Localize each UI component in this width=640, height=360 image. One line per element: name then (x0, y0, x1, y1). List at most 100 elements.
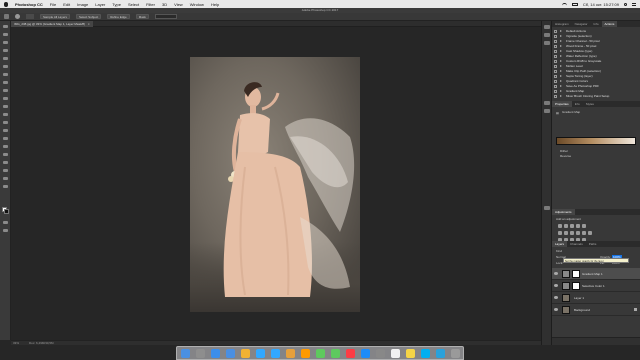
refine-edge-button[interactable]: Refine Edge (107, 14, 130, 19)
brightness-adjustment-icon[interactable] (558, 224, 562, 228)
dock-telegram-icon[interactable] (436, 349, 445, 358)
color-balance-adjustment-icon[interactable] (564, 231, 568, 235)
menu-window[interactable]: Window (190, 2, 204, 7)
document-canvas-image[interactable] (190, 57, 360, 312)
type-tool-icon[interactable] (3, 145, 8, 148)
brush-panel-icon[interactable] (544, 33, 550, 37)
paragraph-panel-icon[interactable] (544, 109, 550, 113)
action-toggle-checkbox[interactable] (554, 95, 557, 98)
blur-tool-icon[interactable] (3, 121, 8, 124)
dock-messages-icon[interactable] (316, 349, 325, 358)
dodge-tool-icon[interactable] (3, 129, 8, 132)
channel-mixer-adjustment-icon[interactable] (582, 231, 586, 235)
dock-system-preferences-icon[interactable] (376, 349, 385, 358)
options-field[interactable] (154, 14, 177, 19)
dock-calendar-icon[interactable] (391, 349, 400, 358)
dock-app-store-icon[interactable] (361, 349, 370, 358)
layer-row-layer-1[interactable]: Layer 1 (552, 292, 640, 304)
layer-row-background[interactable]: Background (552, 304, 640, 316)
layer-filter-kind[interactable]: Kind (556, 249, 562, 253)
dock-trash-icon[interactable] (451, 349, 460, 358)
expand-triangle-icon[interactable] (560, 75, 562, 77)
expand-triangle-icon[interactable] (560, 80, 562, 82)
dock-mail-icon[interactable] (226, 349, 235, 358)
dock-photos-icon[interactable] (241, 349, 250, 358)
expand-triangle-icon[interactable] (560, 90, 562, 92)
menu-type[interactable]: Type (112, 2, 121, 7)
menu-3d[interactable]: 3D (162, 2, 167, 7)
visibility-eye-icon[interactable] (554, 308, 558, 311)
expand-triangle-icon[interactable] (560, 95, 562, 97)
action-toggle-checkbox[interactable] (554, 85, 557, 88)
tab-styles[interactable]: Styles (583, 101, 597, 107)
menu-file[interactable]: File (50, 2, 56, 7)
dock-safari-icon[interactable] (211, 349, 220, 358)
layer-name[interactable]: Layer 1 (574, 296, 584, 300)
hue-saturation-adjustment-icon[interactable] (558, 231, 562, 235)
action-row[interactable]: Mixer Brush Cloning Paint Setup (552, 94, 640, 99)
brush-size-picker[interactable] (26, 14, 34, 19)
action-toggle-checkbox[interactable] (554, 80, 557, 83)
curves-adjustment-icon[interactable] (570, 224, 574, 228)
crop-tool-icon[interactable] (3, 57, 8, 60)
action-toggle-checkbox[interactable] (554, 75, 557, 78)
action-toggle-checkbox[interactable] (554, 30, 557, 33)
menu-layer[interactable]: Layer (95, 2, 105, 7)
tab-layers[interactable]: Layers (552, 241, 568, 247)
visibility-eye-icon[interactable] (554, 272, 558, 275)
layer-mask-thumbnail[interactable] (572, 282, 580, 290)
clone-source-panel-icon[interactable] (544, 41, 550, 45)
menu-edit[interactable]: Edit (63, 2, 70, 7)
expand-triangle-icon[interactable] (560, 85, 562, 87)
color-lookup-adjustment-icon[interactable] (588, 231, 592, 235)
path-selection-tool-icon[interactable] (3, 153, 8, 156)
expand-triangle-icon[interactable] (560, 40, 562, 42)
expand-triangle-icon[interactable] (560, 60, 562, 62)
action-toggle-checkbox[interactable] (554, 40, 557, 43)
menu-image[interactable]: Image (77, 2, 88, 7)
pen-tool-icon[interactable] (3, 137, 8, 140)
tab-info-2[interactable]: Info (572, 101, 583, 107)
action-toggle-checkbox[interactable] (554, 90, 557, 93)
dock-illustrator-icon[interactable] (301, 349, 310, 358)
mask-button[interactable]: Mask (135, 14, 149, 19)
apple-menu-icon[interactable] (4, 1, 8, 7)
sample-all-layers-checkbox[interactable]: Sample All Layers (40, 14, 71, 19)
app-menu[interactable]: Photoshop CC (15, 2, 43, 7)
eraser-tool-icon[interactable] (3, 105, 8, 108)
background-color-swatch[interactable] (4, 209, 9, 214)
zoom-tool-icon[interactable] (3, 177, 8, 180)
marquee-tool-icon[interactable] (3, 33, 8, 36)
tab-properties[interactable]: Properties (552, 101, 572, 107)
expand-triangle-icon[interactable] (560, 35, 562, 37)
menu-filter[interactable]: Filter (146, 2, 155, 7)
history-panel-icon[interactable] (544, 25, 550, 29)
dock-notes-icon[interactable] (406, 349, 415, 358)
expand-triangle-icon[interactable] (560, 55, 562, 57)
action-toggle-checkbox[interactable] (554, 45, 557, 48)
document-size[interactable]: Doc: 6,49M/30,5M (29, 341, 54, 345)
layer-name[interactable]: Background (574, 308, 590, 312)
menubar-clock[interactable]: Сб, 14 окт. 15:27:09 (583, 2, 619, 7)
visibility-eye-icon[interactable] (554, 296, 558, 299)
quick-selection-tool-icon[interactable] (3, 49, 8, 52)
tab-actions[interactable]: Actions (601, 21, 618, 27)
battery-icon[interactable] (571, 2, 578, 6)
brush-tool-icon[interactable] (3, 81, 8, 84)
tab-navigator[interactable]: Navigator (572, 21, 591, 27)
quick-select-tool-icon[interactable] (15, 14, 20, 19)
hand-tool-icon[interactable] (3, 169, 8, 172)
tab-histogram[interactable]: Histogram (552, 21, 572, 27)
quick-mask-icon[interactable] (3, 221, 8, 224)
move-tool-icon[interactable] (3, 25, 8, 28)
close-tab-icon[interactable]: × (88, 22, 90, 26)
home-icon[interactable] (4, 14, 9, 19)
tab-channels[interactable]: Channels (567, 241, 586, 247)
character-panel-icon[interactable] (544, 101, 550, 105)
dock-photoshop-icon[interactable] (256, 349, 265, 358)
wifi-icon[interactable] (561, 2, 567, 6)
dock-music-icon[interactable] (346, 349, 355, 358)
levels-adjustment-icon[interactable] (564, 224, 568, 228)
exposure-adjustment-icon[interactable] (576, 224, 580, 228)
action-toggle-checkbox[interactable] (554, 35, 557, 38)
